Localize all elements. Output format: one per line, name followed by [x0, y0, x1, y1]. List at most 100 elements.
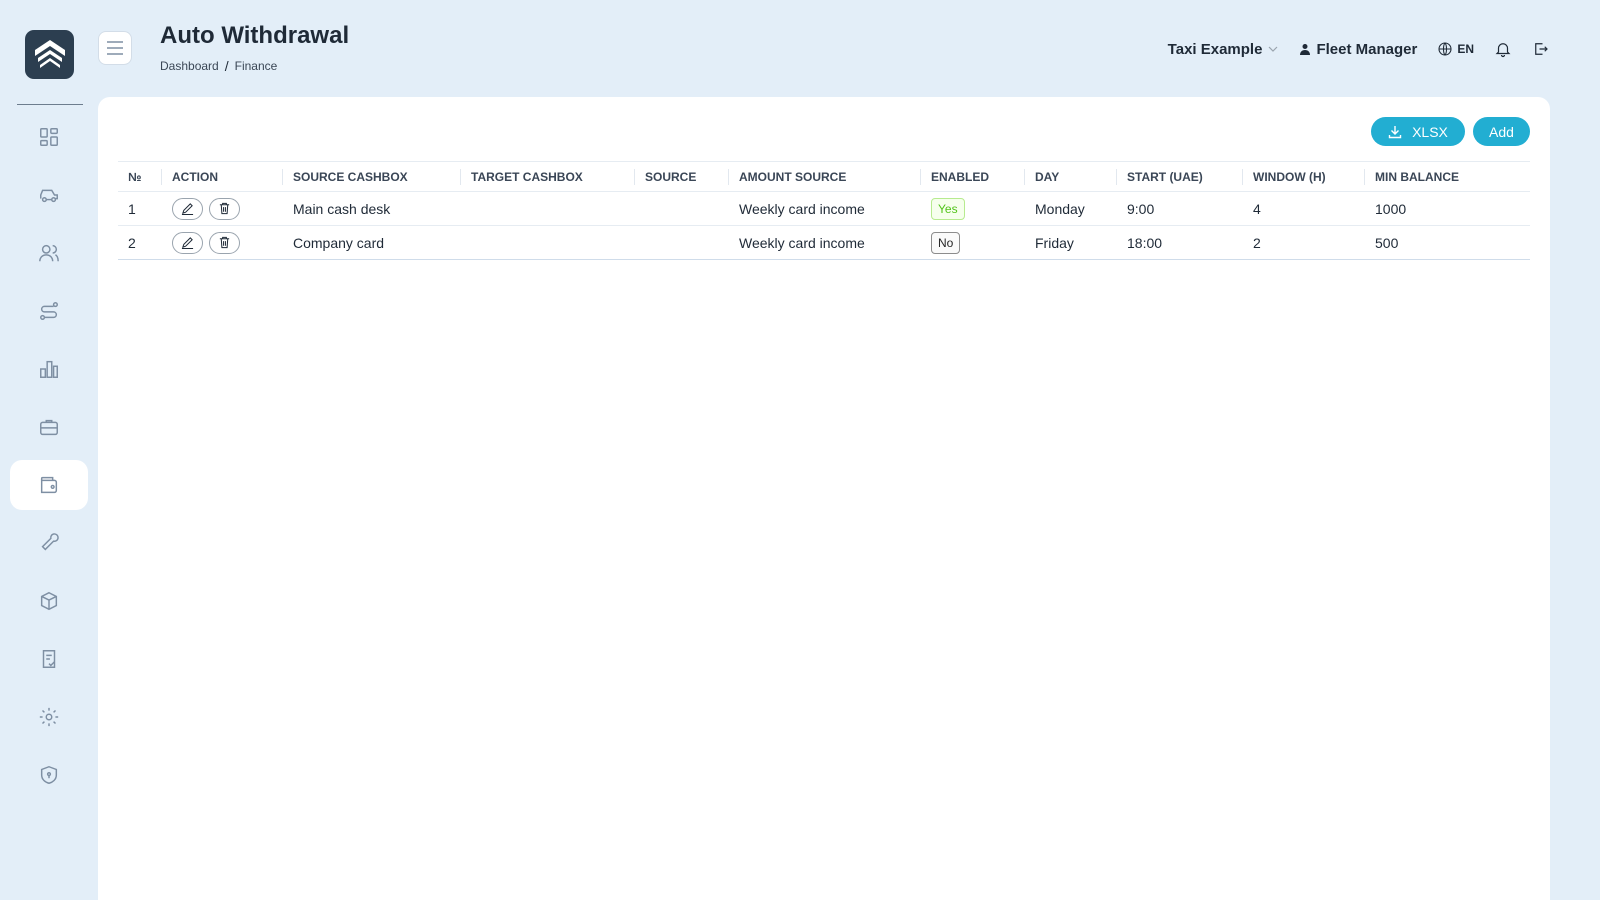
globe-icon: [1438, 42, 1452, 56]
chart-icon: [40, 360, 58, 378]
content-card: XLSX Add № ACTION SOURCE CASHBOX TARGET …: [98, 97, 1550, 900]
export-xlsx-button[interactable]: XLSX: [1371, 117, 1465, 146]
car-icon: [40, 189, 58, 203]
user-menu[interactable]: Fleet Manager: [1299, 41, 1417, 58]
column-header[interactable]: SOURCE CASHBOX: [283, 161, 461, 192]
column-header[interactable]: SOURCE: [635, 161, 729, 192]
user-icon: [1300, 44, 1311, 55]
logo[interactable]: [25, 30, 74, 79]
column-header[interactable]: MIN BALANCE: [1365, 161, 1530, 192]
sidebar-item-settings[interactable]: [10, 692, 88, 742]
header-actions: Taxi Example Fleet Manager EN: [1168, 38, 1550, 60]
amount-source-cell: Weekly card income: [729, 191, 921, 226]
source-cashbox-cell: Company card: [283, 225, 461, 260]
enabled-badge: No: [931, 231, 961, 254]
sidebar-item-finance[interactable]: [10, 460, 88, 510]
window-cell: 2: [1243, 225, 1365, 260]
company-selector[interactable]: Taxi Example: [1168, 41, 1280, 58]
enabled-cell: No: [921, 225, 1025, 260]
breadcrumb-separator: /: [224, 58, 229, 74]
add-button[interactable]: Add: [1473, 117, 1530, 146]
enabled-badge: Yes: [931, 197, 965, 220]
row-actions: [162, 225, 283, 260]
edit-button[interactable]: [172, 231, 203, 254]
trash-icon: [219, 202, 230, 215]
sidebar-item-tasks[interactable]: [10, 634, 88, 684]
delete-button[interactable]: [209, 197, 240, 220]
sidebar-item-service[interactable]: [10, 518, 88, 568]
sidebar-item-reports[interactable]: [10, 344, 88, 394]
notifications-button[interactable]: [1494, 40, 1512, 58]
clipboard-check-icon: [42, 650, 56, 668]
sidebar-item-security[interactable]: [10, 750, 88, 800]
dashboard-icon: [40, 128, 58, 146]
start-cell: 18:00: [1117, 225, 1243, 260]
sidebar-divider: [17, 104, 83, 105]
sidebar-item-inventory[interactable]: [10, 576, 88, 626]
users-icon: [39, 244, 59, 262]
column-header[interactable]: TARGET CASHBOX: [461, 161, 635, 192]
target-cashbox-cell: [461, 191, 635, 226]
sidebar-item-business[interactable]: [10, 402, 88, 452]
page-title: Auto Withdrawal: [160, 22, 350, 49]
breadcrumb: Dashboard / Finance: [160, 58, 277, 74]
edit-button[interactable]: [172, 197, 203, 220]
sidebar-item-dashboard[interactable]: [10, 112, 88, 162]
sidebar: [0, 0, 96, 900]
sidebar-item-users[interactable]: [10, 228, 88, 278]
menu-toggle-button[interactable]: [98, 31, 132, 65]
user-name: Fleet Manager: [1316, 40, 1418, 58]
source-cell: [635, 225, 729, 260]
row-actions: [162, 191, 283, 226]
min-balance-cell: 500: [1365, 225, 1530, 260]
company-name: Taxi Example: [1167, 40, 1263, 58]
window-cell: 4: [1243, 191, 1365, 226]
table-header-row: № ACTION SOURCE CASHBOX TARGET CASHBOX S…: [118, 161, 1530, 192]
delete-button[interactable]: [209, 231, 240, 254]
column-header[interactable]: DAY: [1025, 161, 1117, 192]
amount-source-cell: Weekly card income: [729, 225, 921, 260]
table-row: 1 Main cash desk Weekly card income Yes …: [118, 191, 1530, 226]
package-icon: [40, 591, 58, 611]
chevron-down-icon: [1269, 46, 1278, 52]
logout-icon: [1535, 43, 1548, 55]
min-balance-cell: 1000: [1365, 191, 1530, 226]
export-xlsx-label: XLSX: [1412, 123, 1448, 140]
column-header[interactable]: AMOUNT SOURCE: [729, 161, 921, 192]
column-header: ACTION: [162, 161, 283, 192]
add-label: Add: [1489, 123, 1514, 140]
language-selector[interactable]: EN: [1437, 41, 1474, 57]
start-cell: 9:00: [1117, 191, 1243, 226]
day-cell: Friday: [1025, 225, 1117, 260]
briefcase-icon: [40, 419, 58, 436]
sidebar-item-vehicles[interactable]: [10, 170, 88, 220]
row-number: 1: [118, 191, 162, 226]
gear-icon: [39, 707, 59, 727]
sidebar-item-routes[interactable]: [10, 286, 88, 336]
breadcrumb-finance: Finance: [234, 59, 278, 73]
logo-icon: [34, 39, 65, 68]
day-cell: Monday: [1025, 191, 1117, 226]
wallet-icon: [40, 476, 58, 494]
column-header[interactable]: WINDOW (H): [1243, 161, 1365, 192]
route-icon: [40, 302, 58, 320]
column-header[interactable]: ENABLED: [921, 161, 1025, 192]
target-cashbox-cell: [461, 225, 635, 260]
hamburger-icon: [107, 41, 123, 55]
trash-icon: [219, 236, 230, 249]
wrench-icon: [41, 533, 59, 551]
shield-icon: [40, 765, 58, 785]
source-cashbox-cell: Main cash desk: [283, 191, 461, 226]
source-cell: [635, 191, 729, 226]
pencil-icon: [181, 203, 194, 215]
logout-button[interactable]: [1532, 40, 1550, 58]
auto-withdrawal-table: № ACTION SOURCE CASHBOX TARGET CASHBOX S…: [118, 161, 1530, 260]
table-row: 2 Company card Weekly card income No Fri…: [118, 225, 1530, 260]
enabled-cell: Yes: [921, 191, 1025, 226]
pencil-icon: [181, 237, 194, 249]
column-header[interactable]: START (UAE): [1117, 161, 1243, 192]
download-icon: [1388, 125, 1402, 138]
breadcrumb-dashboard[interactable]: Dashboard: [160, 59, 219, 73]
bell-icon: [1495, 43, 1511, 58]
language-code: EN: [1457, 42, 1474, 56]
